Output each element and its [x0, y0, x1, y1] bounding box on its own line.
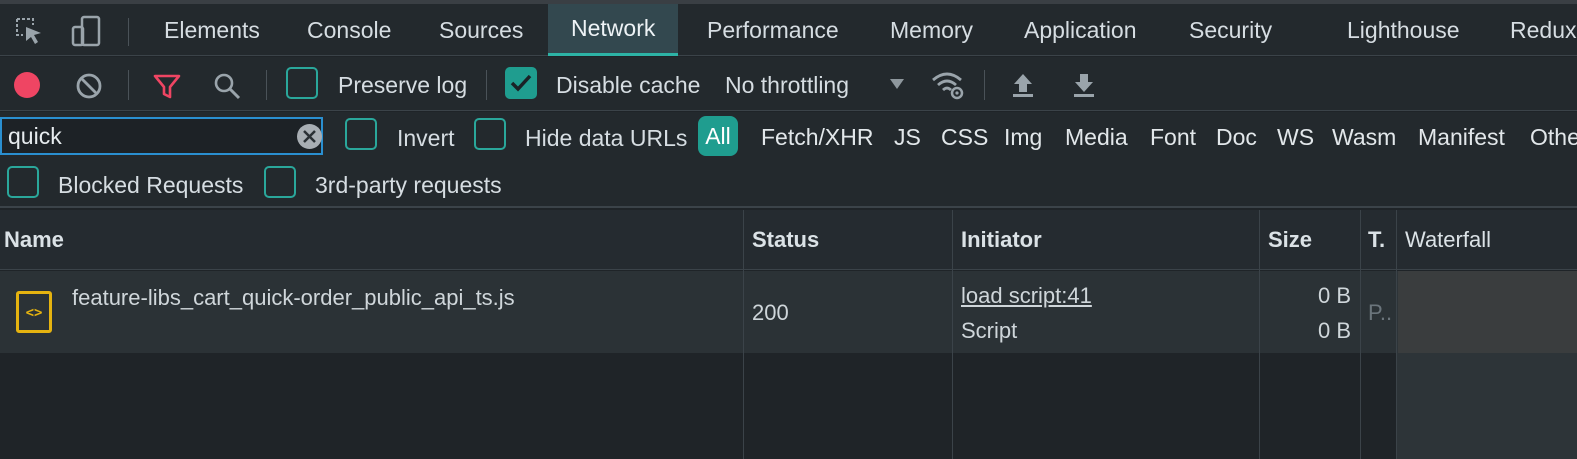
device-toolbar-icon[interactable]	[70, 14, 104, 48]
column-divider[interactable]	[1396, 210, 1397, 459]
record-button[interactable]	[14, 72, 40, 98]
size-transferred: 0 B	[1318, 283, 1352, 308]
type-filter-all[interactable]: All	[698, 116, 738, 156]
checkmark-icon	[510, 74, 532, 92]
inspect-element-icon[interactable]	[12, 14, 46, 48]
column-divider[interactable]	[1259, 210, 1260, 459]
type-filter-js[interactable]: JS	[894, 124, 921, 151]
third-party-requests-label: 3rd-party requests	[315, 172, 502, 198]
tab-console[interactable]: Console	[307, 4, 391, 56]
script-file-icon: <>	[16, 291, 52, 333]
invert-label: Invert	[397, 125, 455, 151]
type-filter-doc[interactable]: Doc	[1216, 124, 1257, 151]
network-conditions-icon[interactable]	[930, 69, 966, 106]
toolbar-separator	[128, 70, 129, 100]
type-filter-fetch-xhr[interactable]: Fetch/XHR	[761, 124, 873, 151]
type-filter-font[interactable]: Font	[1150, 124, 1196, 151]
requests-table-header: Name Status Initiator Size T. Waterfall	[0, 210, 1577, 270]
tab-lighthouse[interactable]: Lighthouse	[1347, 4, 1460, 56]
search-icon[interactable]	[212, 71, 242, 106]
request-time: P...	[1368, 300, 1394, 325]
table-row[interactable]: <> feature-libs_cart_quick-order_public_…	[0, 271, 1396, 353]
export-har-icon[interactable]	[1071, 71, 1097, 104]
tab-performance[interactable]: Performance	[707, 4, 839, 56]
waterfall-row-bar	[1398, 271, 1577, 353]
filter-icon[interactable]	[152, 71, 182, 106]
hide-data-urls-label: Hide data URLs	[525, 125, 688, 151]
network-toolbar: Preserve log Disable cache No throttling	[0, 57, 1577, 111]
disable-cache-label: Disable cache	[556, 72, 701, 98]
filter-search-box	[0, 117, 323, 155]
type-filter-other[interactable]: Other	[1530, 124, 1577, 151]
type-filter-wasm[interactable]: Wasm	[1332, 124, 1396, 151]
hide-data-urls-checkbox[interactable]	[474, 118, 506, 150]
clear-icon[interactable]	[74, 71, 104, 106]
toolbar-separator	[984, 70, 985, 100]
clear-search-button[interactable]	[297, 124, 322, 149]
column-header-status[interactable]: Status	[752, 210, 819, 270]
type-filter-img[interactable]: Img	[1004, 124, 1042, 151]
size-resource: 0 B	[1318, 318, 1352, 343]
column-header-name[interactable]: Name	[4, 210, 64, 270]
request-status: 200	[752, 300, 789, 325]
invert-checkbox[interactable]	[345, 118, 377, 150]
request-name[interactable]: feature-libs_cart_quick-order_public_api…	[72, 285, 515, 311]
preserve-log-checkbox[interactable]	[286, 67, 318, 99]
type-filter-media[interactable]: Media	[1065, 124, 1128, 151]
type-filter-css[interactable]: CSS	[941, 124, 988, 151]
tab-application[interactable]: Application	[1024, 4, 1137, 56]
tab-bar-separator	[128, 18, 129, 46]
throttling-select[interactable]: No throttling	[725, 72, 849, 99]
close-icon	[303, 130, 316, 143]
column-divider[interactable]	[952, 210, 953, 459]
blocked-requests-checkbox[interactable]	[7, 166, 39, 198]
requests-table-empty-area	[0, 354, 1396, 459]
tab-redux[interactable]: Redux	[1510, 4, 1576, 56]
chevron-down-icon[interactable]	[888, 77, 906, 96]
filter-input[interactable]	[8, 121, 288, 151]
initiator-type: Script	[961, 318, 1018, 343]
type-filter-ws[interactable]: WS	[1277, 124, 1314, 151]
blocked-requests-label: Blocked Requests	[58, 172, 244, 198]
column-header-size[interactable]: Size	[1268, 210, 1312, 270]
devtools-tab-bar: Elements Console Sources Network Perform…	[0, 4, 1577, 56]
column-divider[interactable]	[1360, 210, 1361, 459]
third-party-requests-checkbox[interactable]	[264, 166, 296, 198]
toolbar-separator	[486, 70, 487, 100]
import-har-icon[interactable]	[1010, 71, 1036, 104]
tab-security[interactable]: Security	[1189, 4, 1272, 56]
tab-sources[interactable]: Sources	[439, 4, 523, 56]
column-header-waterfall[interactable]: Waterfall	[1405, 210, 1491, 270]
tab-elements[interactable]: Elements	[164, 4, 260, 56]
initiator-link[interactable]: load script:41	[961, 283, 1092, 309]
tab-network[interactable]: Network	[548, 4, 679, 56]
column-header-time[interactable]: T.	[1368, 210, 1385, 270]
toolbar-separator	[266, 70, 267, 100]
column-header-initiator[interactable]: Initiator	[961, 210, 1042, 270]
filter-bar: Invert Hide data URLs All Fetch/XHR JS C…	[0, 112, 1577, 208]
column-divider[interactable]	[743, 210, 744, 459]
type-filter-manifest[interactable]: Manifest	[1418, 124, 1505, 151]
tab-memory[interactable]: Memory	[890, 4, 973, 56]
preserve-log-label: Preserve log	[338, 72, 468, 98]
disable-cache-checkbox[interactable]	[505, 67, 537, 99]
